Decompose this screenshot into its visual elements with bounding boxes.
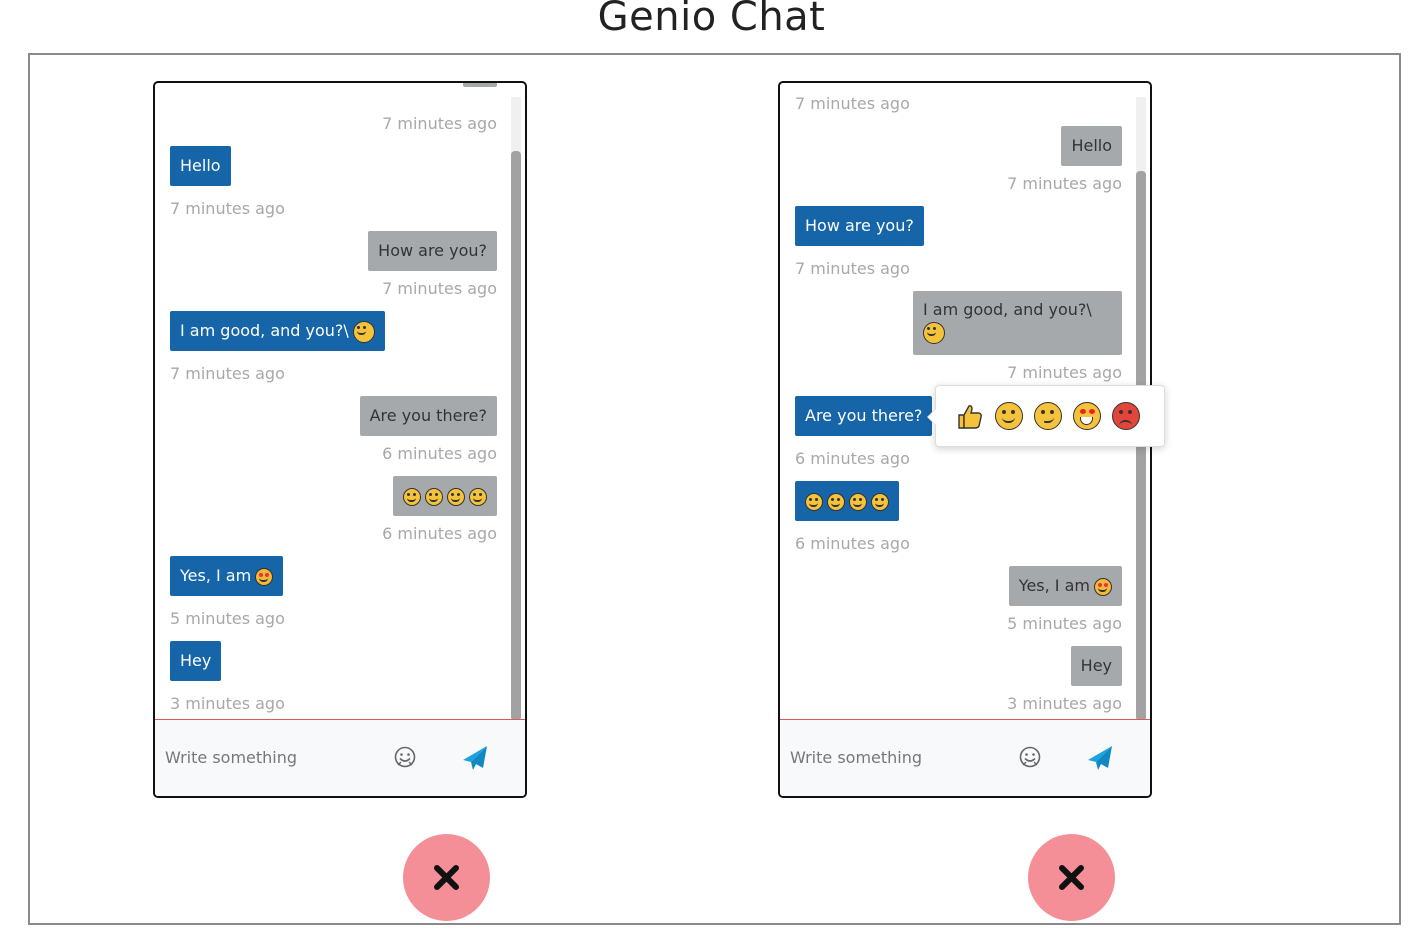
message-time: 7 minutes ago [795, 259, 910, 278]
grinning-emoji-icon[interactable] [995, 402, 1023, 430]
paper-plane-icon[interactable] [1086, 744, 1114, 772]
message-text: Yes, I am [180, 566, 252, 585]
angry-emoji-icon[interactable] [1112, 402, 1140, 430]
message-time: 6 minutes ago [795, 534, 910, 553]
message-bubble[interactable] [393, 476, 497, 516]
emoji-strip [805, 492, 889, 511]
message-time: 5 minutes ago [1007, 614, 1122, 633]
message-time: 6 minutes ago [382, 444, 497, 463]
message-bubble[interactable]: Are you there? [359, 396, 497, 436]
message-time: 7 minutes ago [170, 199, 285, 218]
nerd-emoji-icon [849, 492, 867, 511]
grinning-emoji-icon [352, 320, 375, 343]
message-bubble[interactable]: Hey [1070, 646, 1122, 686]
message-bubble[interactable]: Are you there? [795, 396, 933, 436]
message-time: 6 minutes ago [795, 449, 910, 468]
message-bubble[interactable]: Yes, I am [170, 556, 284, 596]
message-bubble [463, 83, 497, 87]
close-chat-button[interactable] [403, 834, 490, 921]
thumbs-up-icon[interactable] [956, 402, 984, 430]
message-time: 6 minutes ago [382, 524, 497, 543]
message-time: 7 minutes ago [382, 279, 497, 298]
smiley-face-icon[interactable] [1018, 745, 1042, 769]
message-time: 7 minutes ago [795, 94, 910, 113]
heart-eyes-emoji-icon [255, 567, 274, 586]
grinning-emoji-icon [923, 321, 945, 344]
message-bubble[interactable]: How are you? [795, 206, 924, 246]
message-time: 7 minutes ago [170, 364, 285, 383]
message-bubble[interactable] [795, 481, 899, 521]
message-text: I am good, and you?\ [923, 300, 1092, 319]
grinning-emoji-icon [805, 492, 823, 511]
message-time: 3 minutes ago [1007, 694, 1122, 713]
message-bubble[interactable]: Yes, I am [1008, 566, 1122, 606]
x-icon [434, 865, 459, 890]
thinking-emoji-icon [871, 492, 889, 511]
message-bubble[interactable]: Hello [170, 146, 231, 186]
heart-eyes-emoji-icon [1094, 577, 1112, 596]
message-bubble[interactable]: Hey [170, 641, 222, 681]
thinking-emoji-icon [469, 487, 487, 506]
smiley-face-icon[interactable] [393, 745, 417, 769]
message-bubble[interactable]: How are you? [368, 231, 497, 271]
composer [780, 719, 1150, 796]
message-input[interactable] [790, 742, 1000, 772]
message-bubble[interactable]: Hello [1061, 126, 1122, 166]
scrollbar-thumb[interactable] [511, 151, 521, 721]
message-text: Yes, I am [1018, 576, 1090, 595]
reaction-picker [927, 385, 1165, 447]
grinning-emoji-icon [403, 487, 421, 506]
nerd-emoji-icon [447, 487, 465, 506]
message-time: 5 minutes ago [170, 609, 285, 628]
composer [155, 719, 525, 796]
grin-emoji-icon [425, 487, 443, 506]
heart-eyes-emoji-icon[interactable] [1073, 402, 1101, 430]
smirk-emoji-icon[interactable] [1034, 402, 1062, 430]
message-list[interactable]: 7 minutes ago Hello 7 minutes ago How ar… [155, 83, 525, 720]
message-bubble[interactable]: I am good, and you?\ [913, 291, 1122, 355]
close-chat-button[interactable] [1028, 834, 1115, 921]
message-text: I am good, and you?\ [180, 321, 349, 340]
x-icon [1059, 865, 1084, 890]
message-time: 7 minutes ago [1007, 174, 1122, 193]
message-bubble[interactable]: I am good, and you?\ [170, 311, 385, 351]
message-input[interactable] [165, 742, 375, 772]
grin-emoji-icon [827, 492, 845, 511]
paper-plane-icon[interactable] [461, 744, 489, 772]
page-title: Genio Chat [597, 0, 826, 40]
message-time: 7 minutes ago [382, 114, 497, 133]
message-time: 7 minutes ago [1007, 363, 1122, 382]
emoji-strip [403, 487, 487, 506]
chat-window-1: 7 minutes ago Hello 7 minutes ago How ar… [153, 81, 527, 798]
message-time: 3 minutes ago [170, 694, 285, 713]
